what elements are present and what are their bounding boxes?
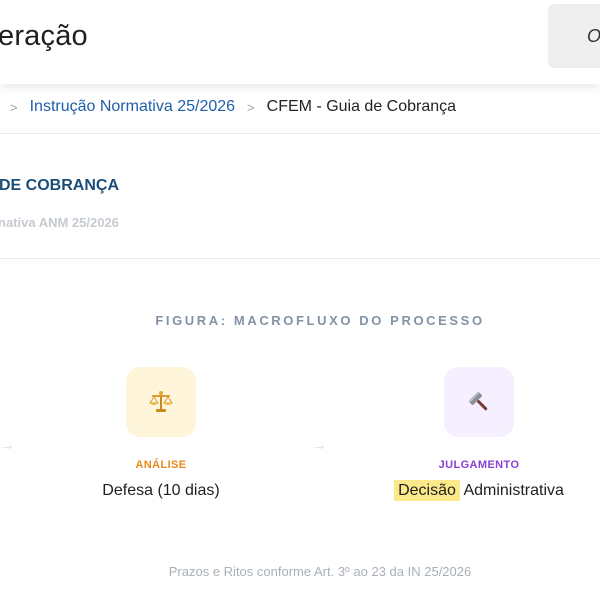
highlighted-term: Decisão (394, 480, 460, 501)
step-icon-box (126, 367, 196, 437)
flow-arrow-icon: → (0, 437, 15, 454)
process-step-analise: ANÁLISE Defesa (10 dias) (61, 367, 261, 500)
gavel-icon (468, 391, 488, 411)
document-subtitle: nativa ANM 25/2026 (0, 215, 119, 230)
scales-icon (149, 391, 173, 412)
step-description: Defesa (10 dias) (102, 482, 220, 499)
header-button-label: O (587, 26, 600, 46)
app-title: eração (0, 20, 88, 52)
step-description: Decisão Administrativa (379, 480, 579, 501)
breadcrumb-link[interactable]: Instrução Normativa 25/2026 (30, 98, 235, 116)
step-label: ANÁLISE (135, 459, 187, 471)
divider (0, 258, 600, 259)
step-label: JULGAMENTO (438, 459, 520, 471)
header-button[interactable]: O (548, 4, 600, 68)
step-description-rest: Administrativa (459, 482, 564, 499)
breadcrumb-current: CFEM - Guia de Cobrança (266, 98, 457, 115)
breadcrumb-separator: > (10, 99, 18, 115)
breadcrumb: > Instrução Normativa 25/2026 > CFEM - G… (10, 96, 456, 118)
step-icon-box (444, 367, 514, 437)
process-step-julgamento: JULGAMENTO Decisão Administrativa (379, 367, 579, 501)
flow-arrow-icon: → (311, 437, 327, 454)
top-bar: eração O (0, 0, 600, 84)
divider (0, 133, 600, 134)
figure-caption: FIGURA: MACROFLUXO DO PROCESSO (155, 313, 485, 328)
document-title: DE COBRANÇA (0, 177, 119, 194)
footer-note: Prazos e Ritos conforme Art. 3º ao 23 da… (168, 564, 472, 579)
breadcrumb-separator: > (247, 99, 255, 115)
